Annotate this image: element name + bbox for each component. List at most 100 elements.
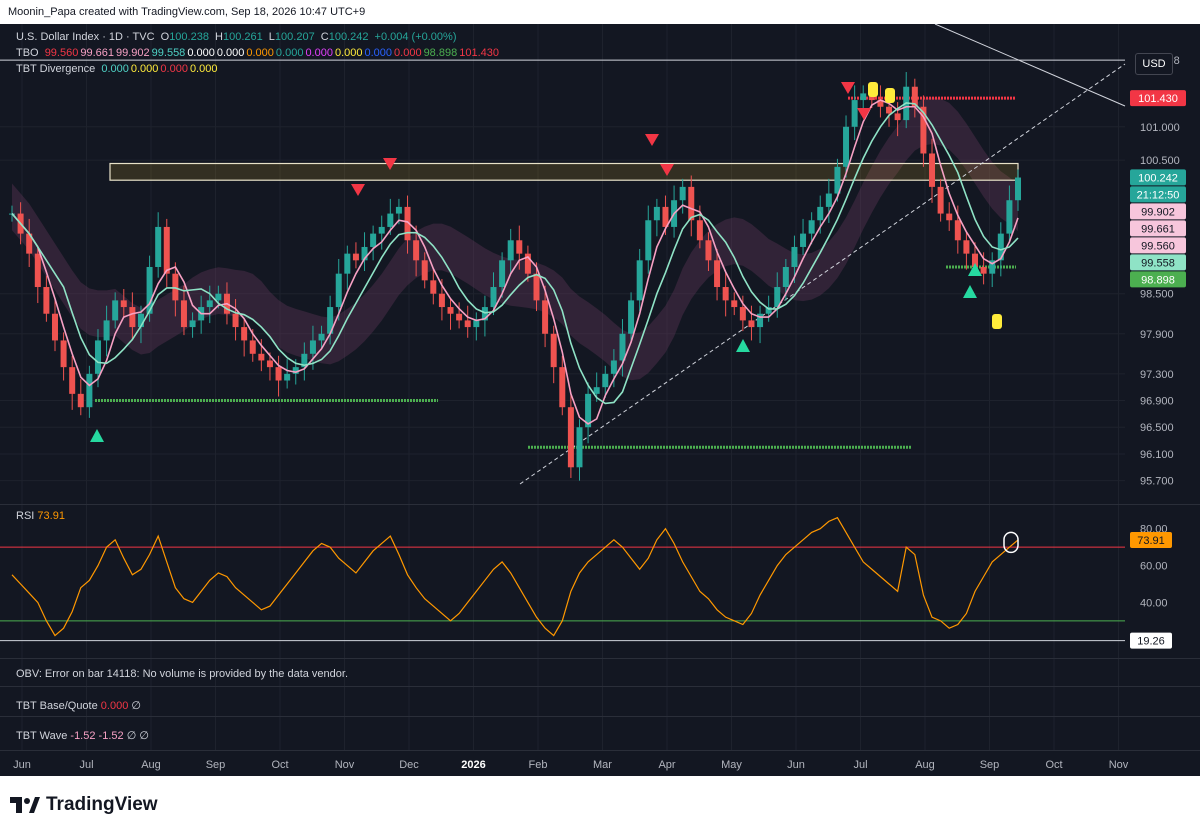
candle-body [155, 226, 162, 267]
buy-triangle-marker [90, 429, 104, 442]
rsi-tick-label: 60.00 [1140, 561, 1168, 573]
candle-body [352, 253, 359, 261]
time-tick-label: 2026 [461, 759, 485, 771]
change-value: +0.004 (+0.00%) [374, 31, 457, 43]
candle-body [963, 240, 970, 254]
divergence-value: 0.000 [130, 63, 159, 75]
tbo-legend: TBO 99.560 99.661 99.902 99.558 0.000 0.000 0.… [16, 47, 504, 59]
pane-separator-rsi[interactable] [0, 504, 1200, 505]
candle-body [929, 153, 936, 187]
time-tick-label: Oct [1045, 759, 1062, 771]
candle-body [688, 186, 695, 221]
wave-value-1: -1.52 [70, 730, 96, 742]
time-tick-label: Nov [1109, 759, 1129, 771]
price-badge-label: 99.661 [1141, 223, 1175, 235]
candle-body [705, 240, 712, 261]
pane-separator-base-quote[interactable] [0, 686, 1200, 687]
time-tick-label: Jul [79, 759, 93, 771]
open-label: O [160, 31, 170, 43]
main-legend: U.S. Dollar Index · 1D · TVC O100.238 H1… [16, 31, 459, 43]
pane-separator-obv[interactable] [0, 658, 1200, 659]
time-tick-label: Aug [915, 759, 935, 771]
candle-body [172, 273, 179, 301]
candle-body [318, 333, 325, 341]
candle-body [438, 293, 445, 308]
base-quote-value: 0.000 [100, 700, 129, 712]
rsi-legend: RSI 73.91 [16, 510, 65, 522]
time-tick-label: Jun [13, 759, 31, 771]
wave-symbol-1: ∅ [126, 730, 137, 742]
candle-body [602, 373, 609, 388]
chart-canvas[interactable]: 101.000 100.500 98.500 97.900 97.300 96.900 96… [0, 24, 1200, 776]
candle-body [275, 367, 282, 381]
price-tick-label: 101.000 [1140, 122, 1180, 134]
candle-body [722, 287, 729, 301]
tbo-cloud-band [12, 97, 1018, 381]
sell-triangle-marker [645, 134, 659, 146]
candle-body [791, 246, 798, 267]
candle-body [576, 427, 583, 468]
time-tick-label: Aug [141, 759, 161, 771]
pane-separator-time[interactable] [0, 750, 1200, 751]
candle-body [860, 93, 867, 101]
price-badge-label: 100.242 [1138, 172, 1178, 184]
candle-body [696, 220, 703, 241]
candle-body [163, 226, 170, 274]
price-axis: 101.000 100.500 98.500 97.900 97.300 96.900 96… [1130, 55, 1186, 488]
pane-separator-wave[interactable] [0, 716, 1200, 717]
tbo-value: 98.898 [423, 47, 458, 59]
close-label: C [320, 31, 329, 43]
candle-body [215, 293, 222, 301]
candle-body [645, 220, 652, 261]
time-tick-label: Sep [980, 759, 1000, 771]
candle-body [232, 313, 239, 328]
time-tick-label: Dec [399, 759, 419, 771]
header-credit: Moonin_Papa created with TradingView.com… [0, 0, 1200, 24]
candle-body [825, 193, 832, 207]
candle-body [266, 360, 273, 368]
candle-body [69, 367, 76, 394]
candle-body [533, 273, 540, 301]
chart-frame[interactable]: 101.000 100.500 98.500 97.900 97.300 96.900 96… [0, 24, 1200, 776]
candle-body [954, 220, 961, 241]
currency-button[interactable]: USD [1135, 53, 1173, 75]
tbo-value: 0.000 [394, 47, 422, 59]
time-tick-label: Jul [853, 759, 867, 771]
price-badge-label: 21:12:50 [1137, 189, 1180, 201]
candle-body [370, 233, 377, 247]
candle-body [800, 233, 807, 247]
candle-body [499, 260, 506, 288]
price-tick-label: 98.500 [1140, 289, 1174, 301]
buy-triangle-marker [963, 285, 977, 298]
price-tick-label: 96.100 [1140, 449, 1174, 461]
time-tick-label: Mar [593, 759, 612, 771]
divergence-value: 0.000 [189, 63, 218, 75]
divergence-legend: TBT Divergence 0.000 0.000 0.000 0.000 [16, 63, 222, 75]
buy-triangle-marker [968, 263, 982, 276]
rsi-value: 73.91 [37, 510, 65, 522]
buy-triangle-marker [736, 339, 750, 352]
tbo-value: 0.000 [364, 47, 393, 59]
candle-body [782, 266, 789, 288]
tbo-name: TBO [16, 47, 39, 59]
time-tick-label: Jun [787, 759, 805, 771]
divergence-flag-marker [868, 82, 878, 97]
rsi-line [11, 516, 1019, 637]
time-tick-label: Apr [658, 759, 675, 771]
candle-body [60, 340, 67, 368]
tbo-value: 101.430 [459, 47, 499, 59]
price-tick-label: 97.900 [1140, 329, 1174, 341]
candle-body [748, 320, 755, 328]
time-tick-label: Oct [271, 759, 288, 771]
candle-body [851, 100, 858, 127]
price-tick-label: 100.500 [1140, 155, 1180, 167]
candle-body [456, 313, 463, 321]
time-axis: Jun Jul Aug Sep Oct Nov Dec 2026 Feb Mar Apr May Jun… [13, 759, 1129, 771]
candle-body [112, 300, 119, 321]
price-badge-label: 98.898 [1141, 274, 1175, 286]
candle-body [206, 300, 213, 308]
candle-body [739, 307, 746, 321]
tradingview-logo[interactable]: TradingView [10, 794, 158, 816]
candle-body [714, 260, 721, 288]
sell-triangle-marker [351, 184, 365, 196]
